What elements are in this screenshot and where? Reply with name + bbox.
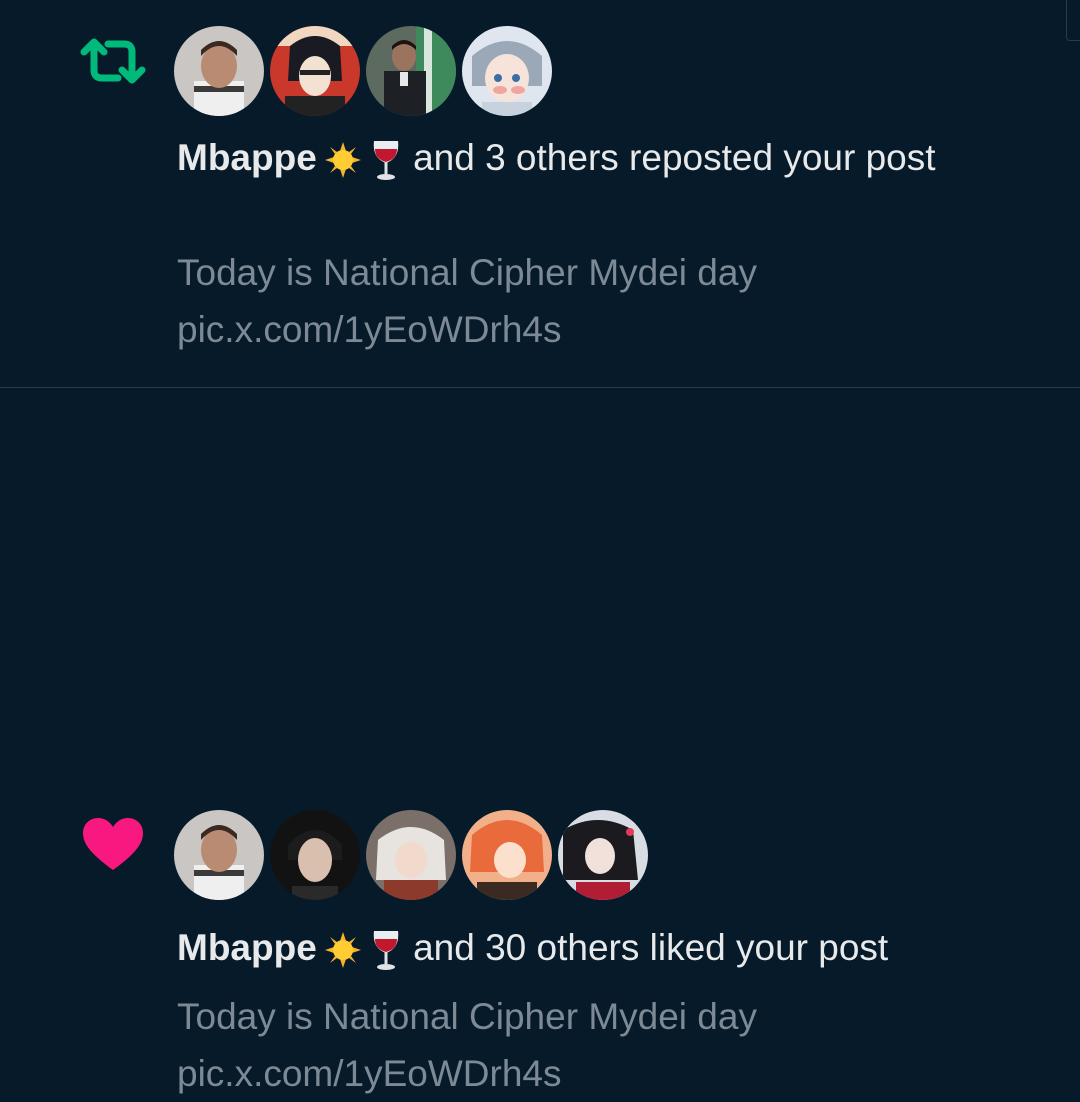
wine-glass-emoji xyxy=(369,928,403,972)
snippet-text: Today is National Cipher Mydei day xyxy=(177,996,757,1037)
sun-emoji xyxy=(323,140,363,180)
action-text: and 3 others reposted your post xyxy=(413,137,936,178)
notification-repost[interactable]: Mbappe and 3 others reposted your post T… xyxy=(0,0,1080,387)
avatar-group xyxy=(174,26,552,116)
avatar[interactable] xyxy=(174,26,264,116)
notification-text: Mbappe and 30 others liked your post xyxy=(177,919,1037,976)
snippet-link[interactable]: pic.x.com/1yEoWDrh4s xyxy=(177,301,1037,358)
repost-icon xyxy=(80,38,146,84)
heart-icon xyxy=(83,818,143,872)
post-snippet[interactable]: Today is National Cipher Mydei day pic.x… xyxy=(177,988,1037,1102)
notification-like[interactable]: Mbappe and 30 others liked your post Tod… xyxy=(0,388,1080,1094)
avatar[interactable] xyxy=(462,26,552,116)
avatar-group xyxy=(174,810,648,900)
notification-text: Mbappe and 3 others reposted your post xyxy=(177,129,1037,186)
avatar[interactable] xyxy=(270,26,360,116)
post-snippet[interactable]: Today is National Cipher Mydei day pic.x… xyxy=(177,244,1037,358)
avatar[interactable] xyxy=(366,26,456,116)
snippet-link[interactable]: pic.x.com/1yEoWDrh4s xyxy=(177,1045,1037,1102)
avatar[interactable] xyxy=(174,810,264,900)
avatar[interactable] xyxy=(270,810,360,900)
snippet-text: Today is National Cipher Mydei day xyxy=(177,252,757,293)
avatar[interactable] xyxy=(462,810,552,900)
sun-emoji xyxy=(323,930,363,970)
action-text: and 30 others liked your post xyxy=(413,927,889,968)
user-name[interactable]: Mbappe xyxy=(177,137,317,178)
wine-glass-emoji xyxy=(369,138,403,182)
user-name[interactable]: Mbappe xyxy=(177,927,317,968)
avatar[interactable] xyxy=(558,810,648,900)
avatar[interactable] xyxy=(366,810,456,900)
